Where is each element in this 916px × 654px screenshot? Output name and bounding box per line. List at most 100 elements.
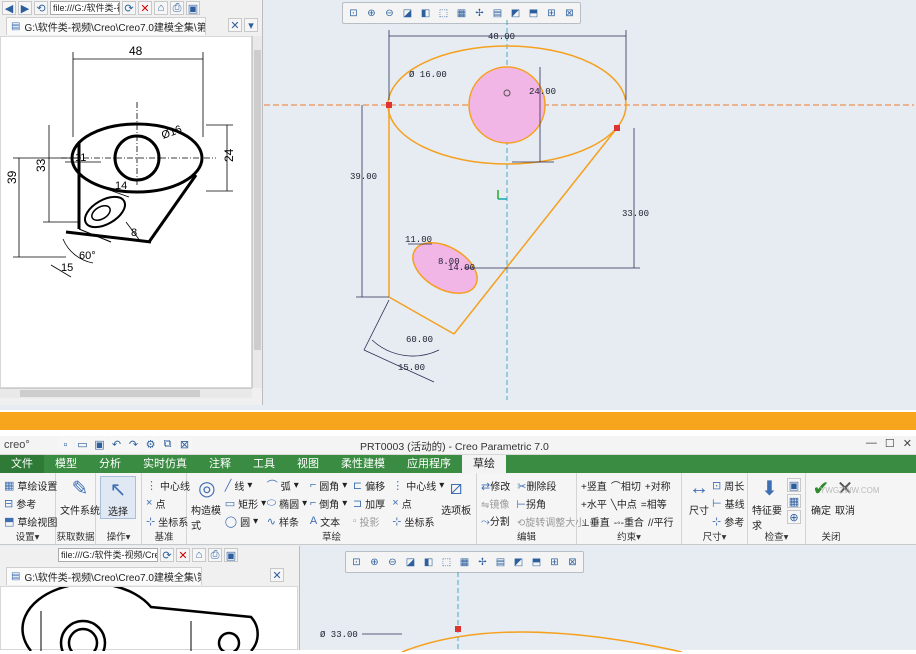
tab-analysis[interactable]: 分析 <box>88 455 132 473</box>
tab-file[interactable]: 文件 <box>0 455 44 473</box>
perpendicular-constraint-button[interactable]: ⊥垂直 <box>581 514 610 529</box>
group-label-inspect[interactable]: 检查▾ <box>748 529 805 543</box>
line-button[interactable]: ╱ 线 ▾ <box>225 476 265 494</box>
sketch-dim-39[interactable]: 39.00 <box>350 172 377 182</box>
sketch-canvas-lower[interactable]: Ø 33.00 <box>302 572 916 652</box>
sketch-dim-33[interactable]: 33.00 <box>622 209 649 219</box>
datum-csys-button[interactable]: ⊹ 坐标系 <box>146 512 188 530</box>
tab-annotate[interactable]: 注释 <box>198 455 242 473</box>
tab-flexible[interactable]: 柔性建模 <box>330 455 396 473</box>
thicken-button[interactable]: ⊐ 加厚 <box>353 494 390 512</box>
open-icon[interactable]: ▭ <box>75 437 90 452</box>
refresh-icon[interactable]: ⟳ <box>122 1 136 15</box>
sketch-view-button[interactable]: ⬒ 草绘视图 <box>4 512 57 530</box>
windows-icon[interactable]: ⧉ <box>160 437 175 452</box>
close-icon[interactable]: ✕ <box>176 548 190 562</box>
close-tab-icon[interactable]: ✕ <box>270 568 284 582</box>
back-button[interactable]: ◀ <box>2 1 16 15</box>
sketch-dim-24[interactable]: 24.00 <box>529 87 556 97</box>
sketch-dim-11[interactable]: 11.00 <box>405 235 432 245</box>
spin-center-icon[interactable]: ◩ <box>510 554 527 570</box>
tab-live-sim[interactable]: 实时仿真 <box>132 455 198 473</box>
tab-menu-icon[interactable]: ▾ <box>244 18 258 32</box>
close-window-icon[interactable]: ⊠ <box>177 437 192 452</box>
sketch-csys-button[interactable]: ⊹ 坐标系 <box>392 512 438 530</box>
zoom-in-icon[interactable]: ⊕ <box>366 554 383 570</box>
circle-button[interactable]: ◯ 圆 ▾ <box>225 512 265 530</box>
annotation-display-icon[interactable]: ▤ <box>492 554 509 570</box>
sketch-view-icon[interactable]: ⬒ <box>528 554 545 570</box>
print-icon[interactable]: ⎙ <box>208 548 222 562</box>
parallel-constraint-button[interactable]: //平行 <box>648 514 674 529</box>
forward-button[interactable]: ▶ <box>18 1 32 15</box>
refresh-icon[interactable]: ⟳ <box>160 548 174 562</box>
close-tab-icon[interactable]: ✕ <box>228 18 242 32</box>
print-icon[interactable]: ⎙ <box>170 1 184 15</box>
datum-centerline-button[interactable]: ⋮ 中心线 <box>146 476 190 494</box>
close-icon[interactable]: ✕ <box>138 1 152 15</box>
home-icon[interactable]: ⌂ <box>154 1 168 15</box>
saved-orientations-icon[interactable]: ⬚ <box>438 554 455 570</box>
display-style-icon[interactable]: ◧ <box>420 554 437 570</box>
save-icon[interactable]: ▣ <box>186 1 200 15</box>
tab-applications[interactable]: 应用程序 <box>396 455 462 473</box>
tab-sketch[interactable]: 草绘 <box>462 455 506 473</box>
sketch-setup-button[interactable]: ▦ 草绘设置 <box>4 476 57 494</box>
tab-tools[interactable]: 工具 <box>242 455 286 473</box>
overlapping-icon[interactable]: ▣ <box>787 478 801 492</box>
highlight-open-icon[interactable]: ⊕ <box>787 510 801 524</box>
save-icon[interactable]: ▣ <box>92 437 107 452</box>
sketch-dim-60[interactable]: 60.00 <box>406 335 433 345</box>
history-icon[interactable]: ⟲ <box>34 1 48 15</box>
home-icon[interactable]: ⌂ <box>192 548 206 562</box>
perimeter-button[interactable]: ⊡ 周长 <box>712 476 745 494</box>
refit-icon[interactable]: ⊡ <box>348 554 365 570</box>
tab-view[interactable]: 视图 <box>286 455 330 473</box>
divide-button[interactable]: ⤳分割 <box>481 513 510 529</box>
minimize-icon[interactable]: — <box>866 437 877 450</box>
redo-icon[interactable]: ↷ <box>126 437 141 452</box>
group-label-constrain[interactable]: 约束▾ <box>577 529 681 543</box>
sketch-dim-d33[interactable]: Ø 33.00 <box>320 630 358 640</box>
browser-tab[interactable]: ▤ G:\软件类-视频\Creo\Creo7.0建模全集\第1套 <box>6 567 202 585</box>
zoom-out-icon[interactable]: ⊖ <box>384 554 401 570</box>
browser-tab[interactable]: ▤ G:\软件类-视频\Creo\Creo7.0建模全集\第1套 <box>6 17 206 35</box>
equal-constraint-button[interactable]: =相等 <box>641 496 667 511</box>
references-button[interactable]: ⊟ 参考 <box>4 494 51 512</box>
new-icon[interactable]: ▫ <box>58 437 73 452</box>
close-icon[interactable]: ✕ <box>903 437 912 450</box>
view-manager-icon[interactable]: ▦ <box>456 554 473 570</box>
sketch-point-button[interactable]: × 点 <box>392 494 438 512</box>
sketch-canvas[interactable]: 48.00 Ø 16.00 24.00 39.00 33.00 11.00 8.… <box>264 0 914 400</box>
maximize-icon[interactable]: ☐ <box>885 437 895 450</box>
regenerate-icon[interactable]: ⚙ <box>143 437 158 452</box>
vertical-scrollbar[interactable] <box>252 36 262 388</box>
shade-closed-icon[interactable]: ▦ <box>787 494 801 508</box>
group-label-setup[interactable]: 设置▾ <box>0 529 55 543</box>
ellipse-button[interactable]: ⬭ 椭圆 ▾ <box>267 494 308 512</box>
vertical-constraint-button[interactable]: +竖直 <box>581 478 607 493</box>
address-field[interactable]: file:///G:/软件类-视频/Creo <box>58 548 158 562</box>
group-label-operate[interactable]: 操作▾ <box>96 529 141 543</box>
sketch-dim-48[interactable]: 48.00 <box>488 32 515 42</box>
sketch-dim-d16[interactable]: Ø 16.00 <box>409 70 447 80</box>
datum-display-icon[interactable]: ✢ <box>474 554 491 570</box>
arc-button[interactable]: ⌒ 弧 ▾ <box>267 476 308 494</box>
symmetric-constraint-button[interactable]: +对称 <box>645 478 671 493</box>
rectangle-button[interactable]: ▭ 矩形 ▾ <box>225 494 266 512</box>
baseline-button[interactable]: ⊢ 基线 <box>712 494 745 512</box>
tangent-constraint-button[interactable]: ⌒相切 <box>611 478 641 493</box>
rotate-resize-button[interactable]: ⟲旋转调整大小 <box>517 514 585 529</box>
midpoint-constraint-button[interactable]: ╲中点 <box>611 496 637 511</box>
offset-button[interactable]: ⊏ 偏移 <box>353 476 390 494</box>
constraint-display-icon[interactable]: ⊠ <box>564 554 581 570</box>
save-icon[interactable]: ▣ <box>224 548 238 562</box>
mirror-button[interactable]: ⇋镜像 <box>481 496 509 511</box>
horizontal-scrollbar[interactable] <box>0 388 252 398</box>
delete-segment-button[interactable]: ✂删除段 <box>517 478 556 493</box>
horizontal-constraint-button[interactable]: +水平 <box>581 496 607 511</box>
datum-point-button[interactable]: × 点 <box>146 494 182 512</box>
corner-button[interactable]: ⊢拐角 <box>516 496 546 511</box>
reference-dim-button[interactable]: ⊹ 参考 <box>712 512 745 530</box>
text-button[interactable]: A 文本 <box>310 512 351 530</box>
